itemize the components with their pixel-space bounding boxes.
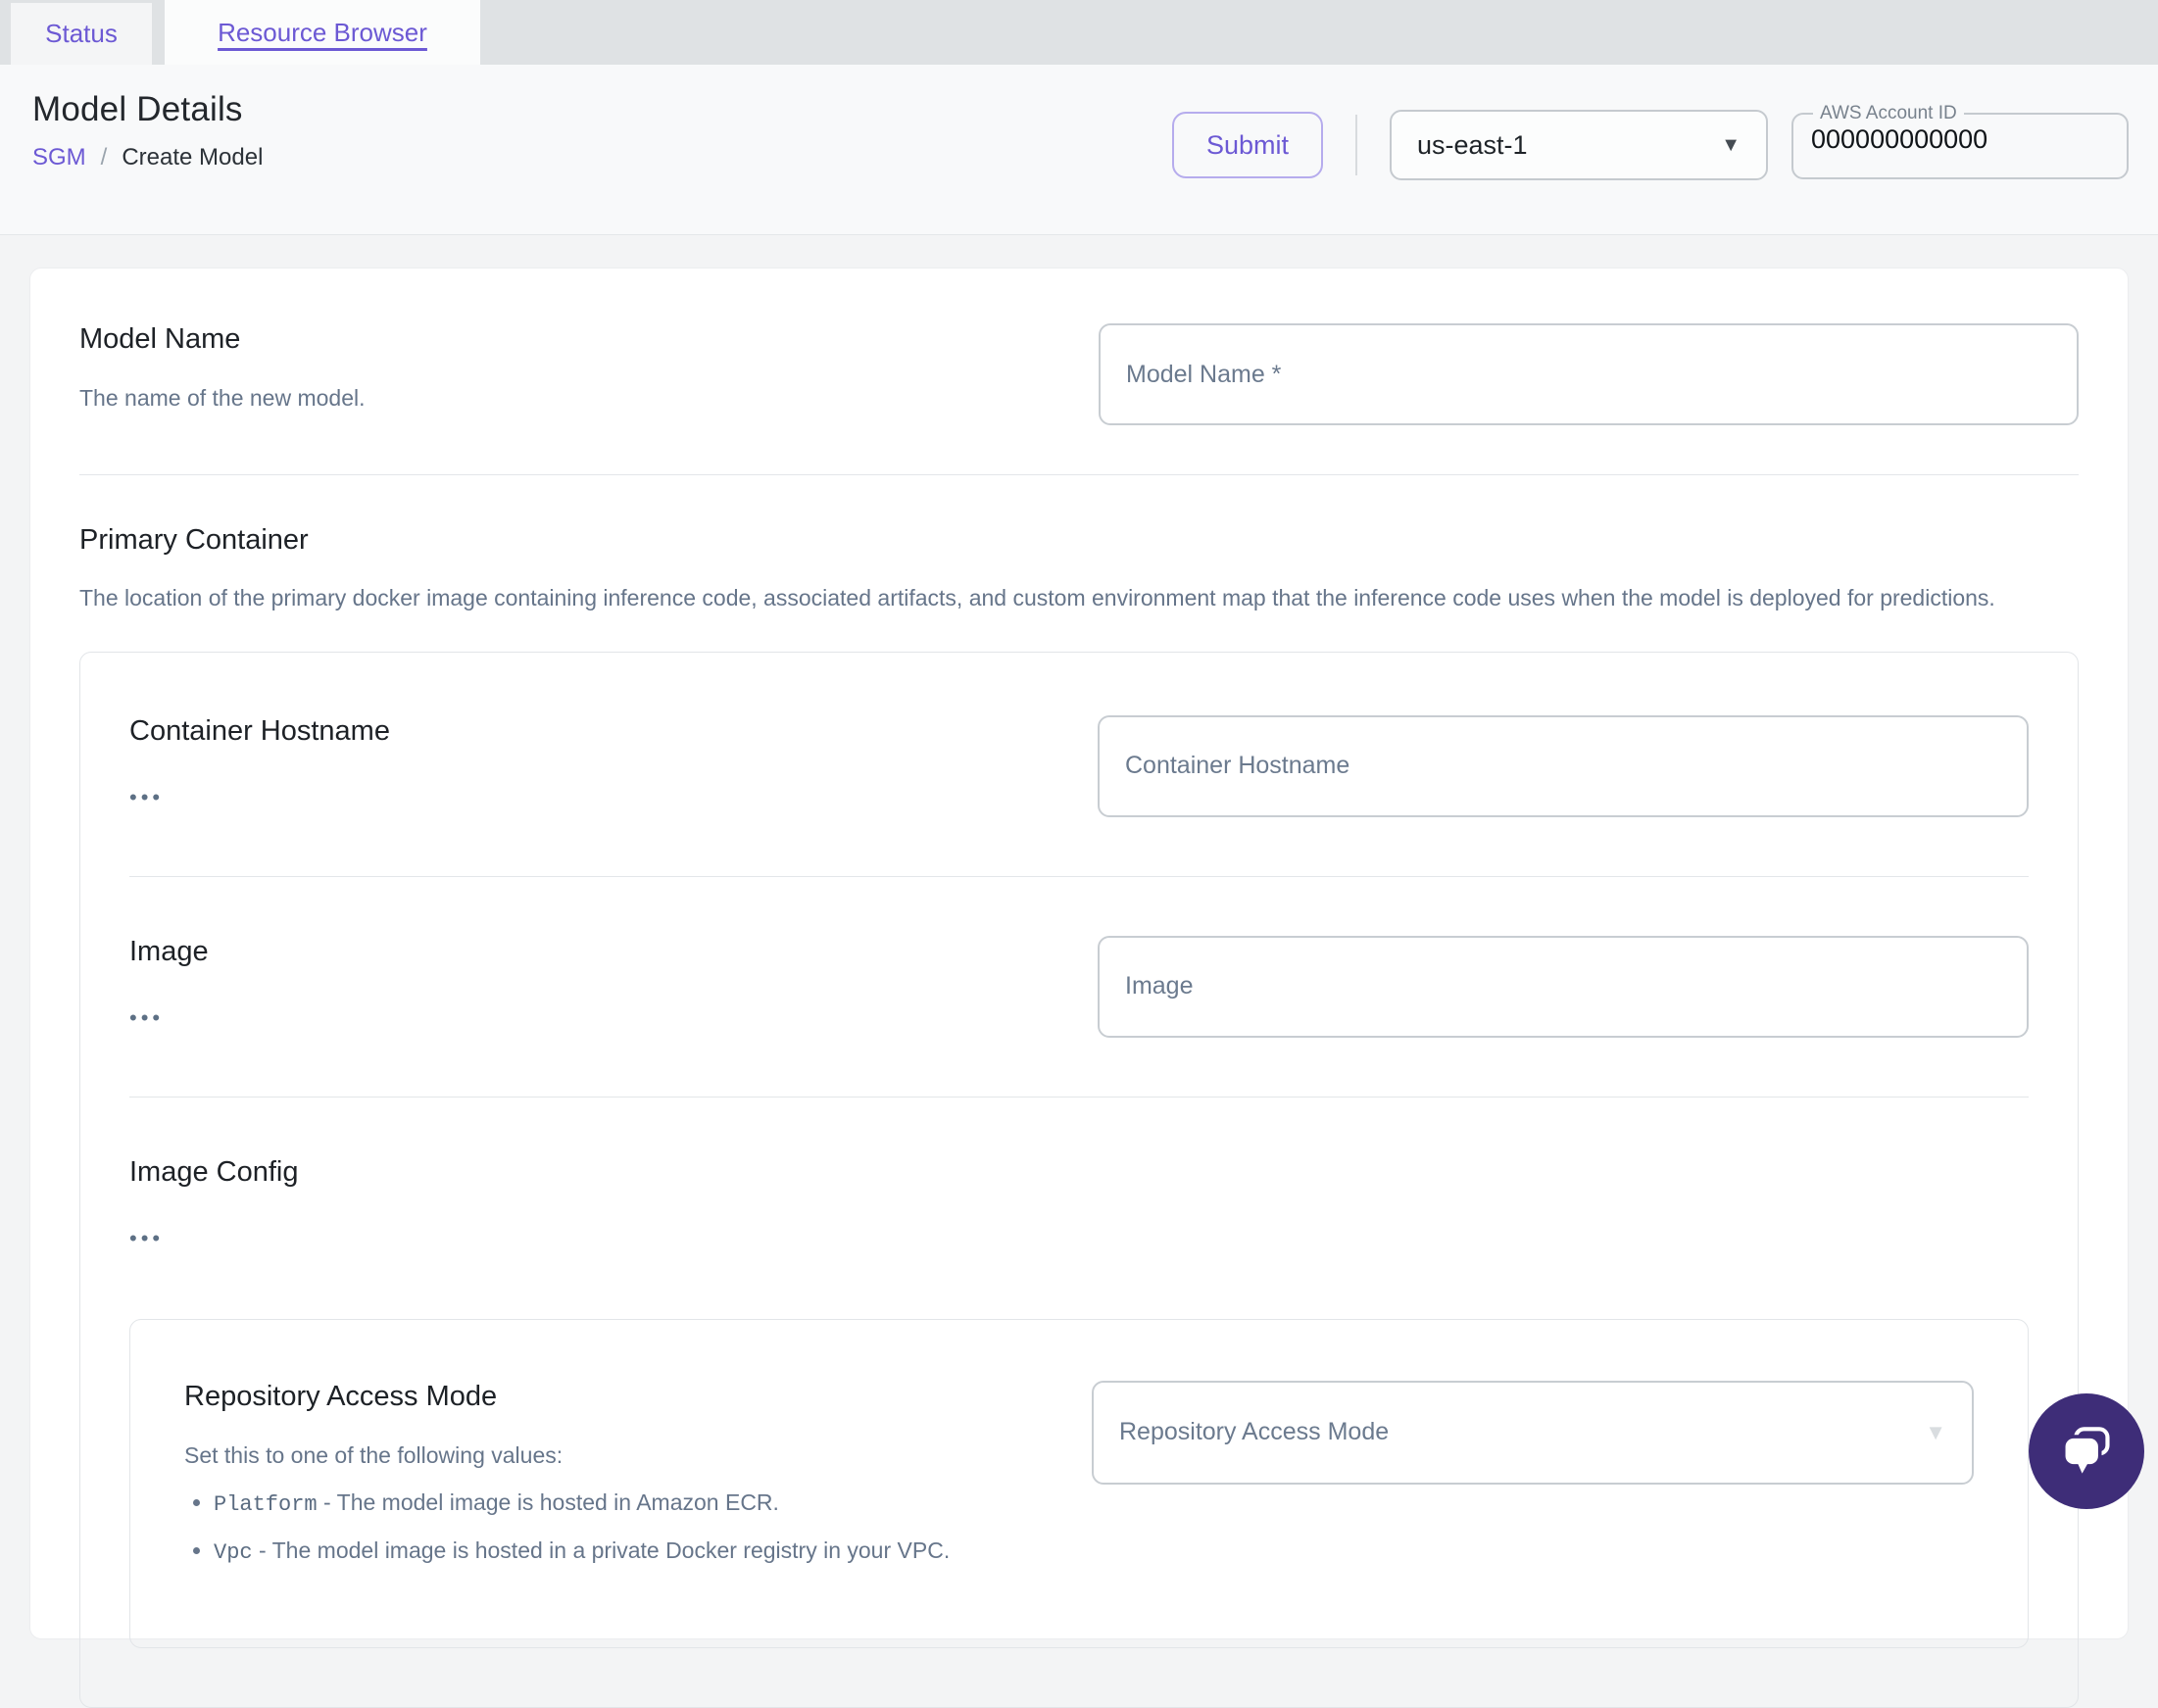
primary-container-label: Primary Container [79,524,309,556]
tab-status-label: Status [45,19,118,48]
tab-status[interactable]: Status [11,3,152,65]
create-model-form-card: Model Name The name of the new model. Pr… [29,268,2129,1708]
tab-resource-browser[interactable]: Resource Browser [165,0,480,65]
image-input[interactable] [1098,935,2029,1038]
header-controls: Submit us-east-1 ▼ AWS Account ID [1172,103,2129,180]
image-row: Image ••• [129,935,2029,1038]
section-divider [79,474,2079,475]
image-config-expander-button[interactable]: ••• [129,1227,164,1248]
model-name-input[interactable] [1099,323,2079,425]
repository-access-mode-values: Platform - The model image is hosted in … [184,1487,950,1569]
primary-container-group-card: Container Hostname ••• Image ••• [79,651,2079,1708]
repository-access-mode-label: Repository Access Mode [184,1380,498,1412]
value-code: Platform [214,1491,318,1517]
model-name-row: Model Name The name of the new model. [79,323,2079,425]
breadcrumb-parent-link[interactable]: SGM [32,144,86,171]
repository-access-mode-card: Repository Access Mode Set this to one o… [129,1318,2029,1648]
region-select-value: us-east-1 [1417,129,1528,160]
caret-down-icon: ▼ [1925,1419,1946,1444]
value-code: Vpc [214,1539,253,1565]
breadcrumb-current: Create Model [122,144,264,171]
container-hostname-expander-button[interactable]: ••• [129,786,164,807]
value-text: - The model image is hosted in a private… [259,1537,951,1563]
container-hostname-row: Container Hostname ••• [129,714,2029,817]
primary-container-section: Primary Container The location of the pr… [79,524,2079,1708]
region-select[interactable]: us-east-1 ▼ [1390,110,1768,180]
container-hostname-input[interactable] [1098,714,2029,817]
model-name-label: Model Name [79,323,241,355]
primary-container-description: The location of the primary docker image… [79,585,1995,610]
row-divider [129,1096,2029,1098]
image-label: Image [129,935,209,967]
breadcrumb-separator: / [100,144,108,171]
image-config-label: Image Config [129,1155,299,1188]
repository-access-mode-select[interactable]: Repository Access Mode ▼ [1092,1380,1974,1485]
model-name-description: The name of the new model. [79,385,366,411]
chat-bubbles-icon [2061,1427,2110,1482]
caret-down-icon: ▼ [1721,133,1741,156]
image-config-section: Image Config ••• Repository Access Mode … [129,1156,2029,1648]
main-content: Model Name The name of the new model. Pr… [0,235,2158,1708]
tab-bar: Status Resource Browser [0,0,2158,65]
aws-account-id-input[interactable] [1807,124,2113,161]
row-divider [129,875,2029,877]
header-divider [1355,115,1357,175]
container-hostname-info: Container Hostname ••• [129,715,390,809]
list-item: Platform - The model image is hosted in … [214,1487,950,1521]
page-header: Model Details SGM / Create Model Submit … [0,65,2158,235]
model-name-info: Model Name The name of the new model. [79,323,366,416]
container-hostname-label: Container Hostname [129,714,390,747]
submit-button[interactable]: Submit [1172,112,1323,178]
tab-resource-browser-label: Resource Browser [218,17,427,47]
chat-widget-button[interactable] [2029,1393,2144,1509]
aws-account-id-fieldset: AWS Account ID [1791,103,2129,179]
repository-access-mode-description: Set this to one of the following values: [184,1441,564,1468]
image-expander-button[interactable]: ••• [129,1006,164,1028]
aws-account-id-label: AWS Account ID [1820,103,1957,123]
value-text: - The model image is hosted in Amazon EC… [323,1488,779,1515]
repository-access-mode-placeholder: Repository Access Mode [1119,1418,1390,1446]
image-info: Image ••• [129,936,209,1030]
list-item: Vpc - The model image is hosted in a pri… [214,1535,950,1569]
